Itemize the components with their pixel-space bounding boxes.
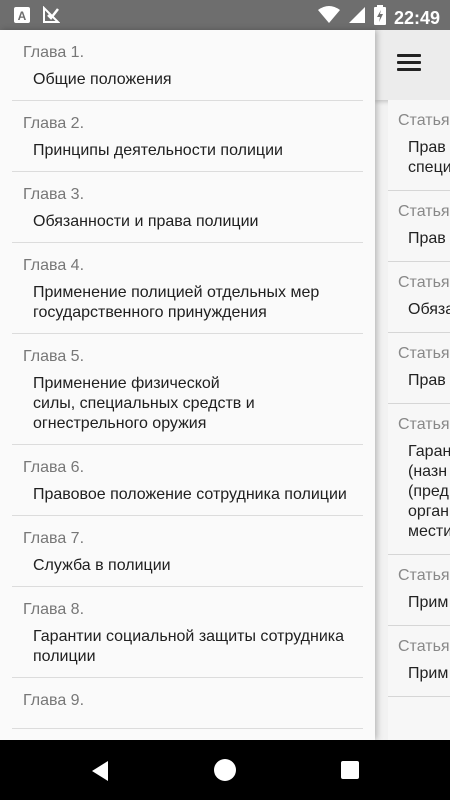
menu-icon[interactable] <box>397 54 421 72</box>
chapter-label: Глава 9. <box>23 692 85 709</box>
article-text: Гаран (назн (пред орган мести <box>408 443 450 540</box>
chapter-title: Служба в полиции <box>33 557 171 574</box>
drawer-item-chapter-7[interactable]: Глава 7. Служба в полиции <box>12 516 363 587</box>
chapter-title <box>12 712 363 728</box>
list-item[interactable]: Статья Прав специ <box>388 100 450 191</box>
article-text: Прав <box>408 372 446 389</box>
list-item[interactable]: Статья Прав <box>388 333 450 404</box>
chapter-title: Применение физической силы, специальных … <box>33 375 255 432</box>
article-label: Статья <box>398 416 450 433</box>
drawer-item-chapter-9[interactable]: Глава 9. <box>12 678 363 729</box>
chapter-label: Глава 7. <box>23 530 85 547</box>
drawer-item-chapter-1[interactable]: Глава 1. Общие положения <box>12 30 363 101</box>
chapter-title: Обязанности и права полиции <box>33 213 259 230</box>
chapter-label: Глава 5. <box>23 348 85 365</box>
list-item[interactable]: Статья Прим <box>388 626 450 697</box>
check-notification-icon <box>42 5 61 29</box>
chapter-title: Применение полицией отдельных мер госуда… <box>33 284 320 321</box>
article-text: Прим <box>408 665 449 682</box>
signal-icon <box>348 6 366 29</box>
chapter-label: Глава 3. <box>23 186 85 203</box>
article-label: Статья <box>398 274 450 291</box>
home-icon[interactable] <box>214 759 236 781</box>
wifi-icon <box>317 6 340 29</box>
drawer-item-chapter-4[interactable]: Глава 4. Применение полицией отдельных м… <box>12 243 363 334</box>
article-label: Статья <box>398 203 450 220</box>
drawer-item-chapter-3[interactable]: Глава 3. Обязанности и права полиции <box>12 172 363 243</box>
article-text: Прим <box>408 594 449 611</box>
drawer-item-chapter-6[interactable]: Глава 6. Правовое положение сотрудника п… <box>12 445 363 516</box>
status-bar: A 22:49 <box>0 0 450 30</box>
a-notification-icon: A <box>14 7 30 28</box>
app-bar <box>375 30 450 100</box>
chapter-label: Глава 2. <box>23 115 85 132</box>
status-time: 22:49 <box>393 7 440 28</box>
system-nav-bar <box>0 740 450 800</box>
navigation-drawer: Глава 1. Общие положения Глава 2. Принци… <box>0 30 375 740</box>
article-label: Статья <box>398 638 450 655</box>
list-item[interactable]: Статья Обяза <box>388 262 450 333</box>
list-item[interactable]: Статья Прим <box>388 555 450 626</box>
chapter-label: Глава 8. <box>23 601 85 618</box>
list-item[interactable]: Статья Прав <box>388 191 450 262</box>
list-item[interactable]: Статья Гаран (назн (пред орган мести <box>388 404 450 555</box>
svg-text:A: A <box>18 9 27 23</box>
chapter-title: Гарантии социальной защиты сотрудника по… <box>33 628 345 665</box>
drawer-item-chapter-8[interactable]: Глава 8. Гарантии социальной защиты сотр… <box>12 587 363 678</box>
article-label: Статья <box>398 345 450 362</box>
chapter-label: Глава 6. <box>23 459 85 476</box>
chapter-title: Принципы деятельности полиции <box>33 142 283 159</box>
chapter-title: Правовое положение сотрудника полиции <box>33 486 347 503</box>
battery-icon <box>373 5 386 30</box>
article-label: Статья <box>398 112 450 129</box>
article-list: Статья Прав специ Статья Прав Статья Обя… <box>388 100 450 740</box>
recent-apps-icon[interactable] <box>341 761 359 779</box>
article-label: Статья <box>398 567 450 584</box>
drawer-item-chapter-5[interactable]: Глава 5. Применение физической силы, спе… <box>12 334 363 445</box>
chapter-label: Глава 4. <box>23 257 85 274</box>
drawer-item-chapter-2[interactable]: Глава 2. Принципы деятельности полиции <box>12 101 363 172</box>
article-text: Обяза <box>408 301 450 318</box>
chapter-label: Глава 1. <box>23 44 85 61</box>
article-text: Прав <box>408 230 446 247</box>
article-text: Прав специ <box>408 139 450 176</box>
chapter-title: Общие положения <box>33 71 172 88</box>
back-icon[interactable] <box>90 760 110 787</box>
